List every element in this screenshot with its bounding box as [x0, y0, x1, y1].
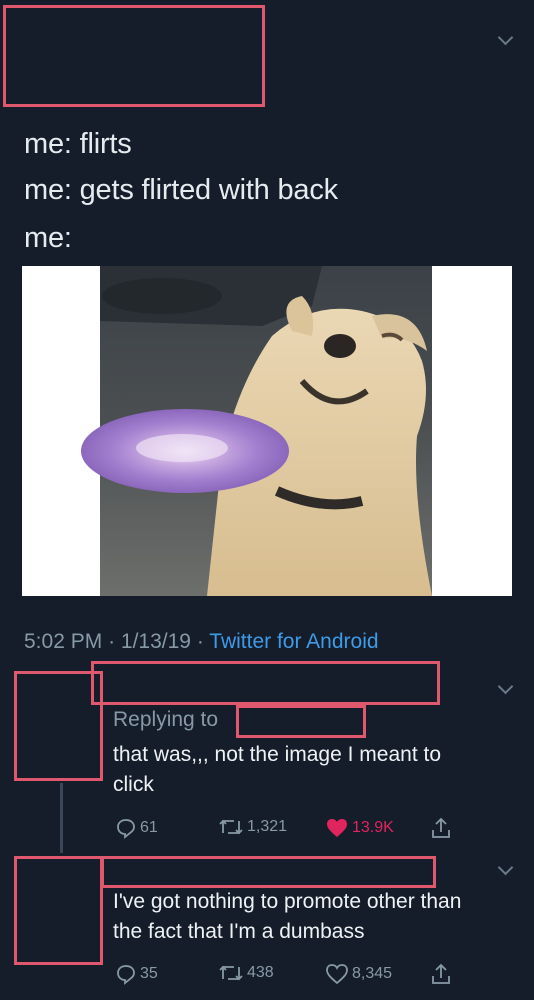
reply-action[interactable]: 61 — [115, 817, 158, 839]
replying-to-label: Replying to — [113, 708, 219, 731]
retweet-icon — [219, 819, 243, 835]
share-action[interactable] — [430, 816, 452, 840]
comment-icon — [117, 819, 135, 839]
redacted-username — [91, 661, 440, 705]
tweet-text-line-3: me: — [24, 222, 72, 254]
like-count: 8,345 — [352, 965, 393, 982]
reply-text-line: the fact that I'm a dumbass — [113, 920, 365, 943]
tweet-time: 5:02 PM — [24, 630, 103, 653]
comment-icon — [117, 965, 135, 985]
share-icon — [432, 963, 450, 984]
reply-text-line: that was,,, not the image I meant to — [113, 743, 442, 766]
tweet-text-line-1: me: flirts — [24, 128, 132, 160]
reply-text-line: click — [113, 773, 154, 796]
comment-count: 35 — [140, 965, 158, 982]
share-action[interactable] — [430, 962, 452, 986]
chevron-down-icon[interactable] — [497, 29, 514, 46]
thread-connector — [60, 783, 63, 853]
redacted-username — [101, 856, 436, 888]
reply-action[interactable]: 35 — [115, 963, 158, 985]
heart-filled-icon — [327, 819, 347, 837]
retweet-action[interactable]: 438 — [218, 963, 274, 983]
like-action[interactable]: 13.9K — [325, 817, 394, 839]
reply-text: I've got nothing to promote other than t… — [113, 887, 461, 947]
tweet-meta: 5:02 PM · 1/13/19 · Twitter for Android — [24, 630, 379, 654]
comment-count: 61 — [140, 819, 158, 836]
heart-icon — [326, 964, 348, 985]
tweet-text-line-2: me: gets flirted with back — [24, 174, 338, 206]
retweet-icon — [219, 965, 243, 981]
redacted-avatar — [14, 671, 103, 781]
like-action[interactable]: 8,345 — [325, 963, 392, 985]
chevron-down-icon[interactable] — [497, 859, 514, 876]
retweet-count: 1,321 — [247, 818, 288, 835]
redacted-avatar — [14, 856, 103, 965]
reply-text: that was,,, not the image I meant to cli… — [113, 740, 441, 800]
dog-frisbee-photo — [81, 266, 432, 596]
chevron-down-icon[interactable] — [497, 678, 514, 695]
share-icon — [432, 817, 450, 838]
tweet-date: 1/13/19 — [120, 630, 191, 653]
tweet-source-link[interactable]: Twitter for Android — [209, 630, 378, 653]
redacted-author-box — [3, 5, 265, 107]
retweet-count: 438 — [247, 964, 274, 981]
like-count: 13.9K — [352, 819, 394, 836]
tweet-media-image[interactable] — [22, 266, 512, 596]
retweet-action[interactable]: 1,321 — [218, 817, 287, 837]
redacted-reply-handle — [236, 705, 366, 738]
meta-separator: · — [108, 630, 116, 653]
reply-text-line: I've got nothing to promote other than — [113, 890, 462, 913]
meta-separator: · — [196, 630, 204, 653]
